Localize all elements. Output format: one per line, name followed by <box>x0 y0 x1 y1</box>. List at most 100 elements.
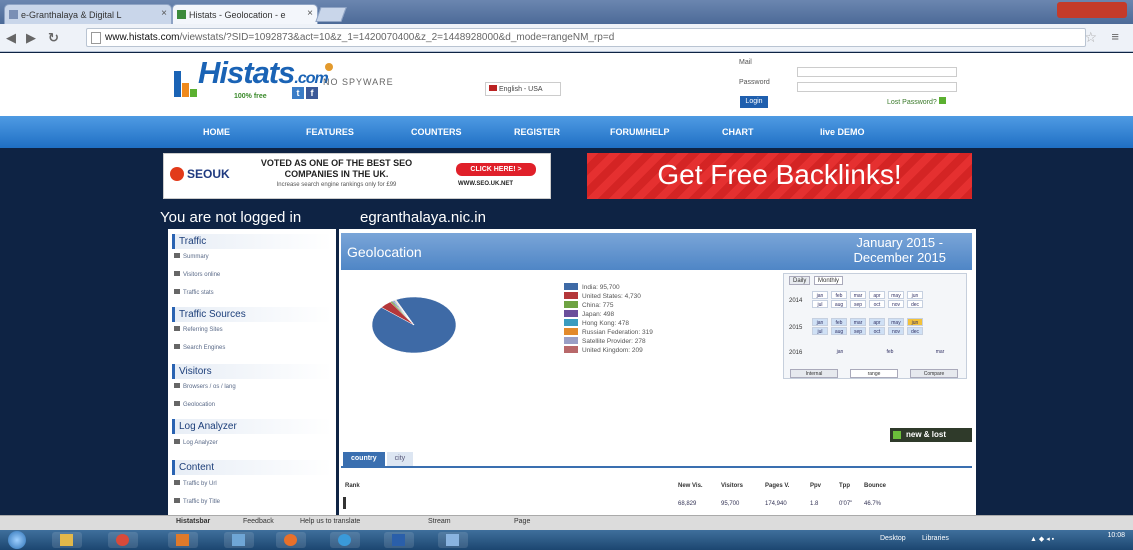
new-tab-button[interactable] <box>315 7 347 22</box>
col-tpp[interactable]: Tpp <box>839 483 850 489</box>
nav-register[interactable]: REGISTER <box>514 127 560 137</box>
month-2014-feb[interactable]: feb <box>831 291 847 299</box>
paint-icon[interactable] <box>438 532 468 548</box>
clock[interactable]: 10:08 <box>1107 532 1125 540</box>
menu-icon[interactable]: ≡ <box>1111 29 1119 44</box>
word-icon[interactable] <box>384 532 414 548</box>
reload-icon[interactable]: ↻ <box>48 30 59 46</box>
sidebar-item-visitors-online[interactable]: Visitors online <box>174 271 220 278</box>
password-input[interactable] <box>797 82 957 92</box>
explorer-icon[interactable] <box>52 532 82 548</box>
col-pages[interactable]: Pages V. <box>765 483 789 489</box>
tab-country[interactable]: country <box>343 452 385 467</box>
range-button[interactable]: range <box>850 369 898 378</box>
media-player-icon[interactable] <box>168 532 198 548</box>
compare-button[interactable]: Compare <box>910 369 958 378</box>
tray-icons[interactable]: ▲ ◆ ◂ ▪ <box>1030 535 1054 543</box>
tab-daily[interactable]: Daily <box>789 276 811 285</box>
table-row[interactable]: 68,829 95,700 174,940 1.8 0'07" 46.7% <box>343 501 972 511</box>
chrome-icon[interactable] <box>108 532 138 548</box>
internal-button[interactable]: Internal <box>790 369 838 378</box>
month-2014-nov[interactable]: nov <box>888 300 904 308</box>
month-2015-mar[interactable]: mar <box>850 318 866 326</box>
internet-explorer-icon[interactable] <box>330 532 360 548</box>
month-2016-mar[interactable]: mar <box>932 348 948 356</box>
month-2015-jul[interactable]: jul <box>812 327 828 335</box>
translate-link[interactable]: Help us to translate <box>300 518 360 525</box>
month-2015-aug[interactable]: aug <box>831 327 847 335</box>
month-2014-sep[interactable]: sep <box>850 300 866 308</box>
tab-monthly[interactable]: Monthly <box>814 276 844 285</box>
stream-link[interactable]: Stream <box>428 518 451 525</box>
month-2014-apr[interactable]: apr <box>869 291 885 299</box>
seo-uk-banner[interactable]: SEOUK VOTED AS ONE OF THE BEST SEO COMPA… <box>163 153 551 199</box>
sidebar-item-search-engines[interactable]: Search Engines <box>174 344 225 351</box>
month-2014-oct[interactable]: oct <box>869 300 885 308</box>
nav-chart[interactable]: CHART <box>722 127 754 137</box>
col-ppv[interactable]: Ppv <box>810 483 821 489</box>
firefox-icon[interactable] <box>276 532 306 548</box>
month-2014-jan[interactable]: jan <box>812 291 828 299</box>
click-here-button[interactable]: CLICK HERE! > <box>456 163 536 176</box>
language-select[interactable]: English - USA <box>485 82 561 96</box>
sidebar-item-geolocation[interactable]: Geolocation <box>174 401 215 408</box>
sidebar-item-traffic-by-url[interactable]: Traffic by Url <box>174 480 217 487</box>
col-new-visitors[interactable]: New Vis. <box>678 483 703 489</box>
browser-tab-egranthalaya[interactable]: e-Granthalaya & Digital L × <box>4 4 172 24</box>
nav-home[interactable]: HOME <box>203 127 230 137</box>
sidebar-item-referring-sites[interactable]: Referring Sites <box>174 326 223 333</box>
month-2015-may[interactable]: may <box>888 318 904 326</box>
sidebar-item-summary[interactable]: Summary <box>174 253 209 260</box>
month-2014-may[interactable]: may <box>888 291 904 299</box>
sidebar-item-log-analyzer[interactable]: Log Analyzer <box>174 439 218 446</box>
month-2014-aug[interactable]: aug <box>831 300 847 308</box>
close-tab-icon[interactable]: × <box>307 8 313 19</box>
col-rank[interactable]: Rank <box>345 483 360 489</box>
url-input[interactable]: www.histats.com/viewstats/?SID=1092873&a… <box>86 28 1086 47</box>
close-tab-icon[interactable]: × <box>161 8 167 19</box>
login-button[interactable]: Login <box>740 96 768 108</box>
desktop-toolbar[interactable]: Desktop <box>880 535 906 542</box>
month-2015-nov[interactable]: nov <box>888 327 904 335</box>
month-2016-jan[interactable]: jan <box>832 348 848 356</box>
nav-live-demo[interactable]: live DEMO <box>820 127 865 137</box>
browser-tab-histats[interactable]: Histats - Geolocation - e × <box>172 4 318 24</box>
window-controls[interactable] <box>1057 2 1127 18</box>
facebook-icon[interactable]: f <box>306 87 318 99</box>
month-2015-sep[interactable]: sep <box>850 327 866 335</box>
page-link[interactable]: Page <box>514 518 530 525</box>
feedback-link[interactable]: Feedback <box>243 518 274 525</box>
col-bounce[interactable]: Bounce <box>864 483 886 489</box>
month-2015-apr[interactable]: apr <box>869 318 885 326</box>
month-2016-feb[interactable]: feb <box>882 348 898 356</box>
forward-arrow-icon[interactable]: ▶ <box>26 30 36 46</box>
nav-counters[interactable]: COUNTERS <box>411 127 462 137</box>
mail-input[interactable] <box>797 67 957 77</box>
network-icon[interactable] <box>224 532 254 548</box>
month-2014-jul[interactable]: jul <box>812 300 828 308</box>
lost-password-link[interactable]: Lost Password? <box>887 97 946 106</box>
month-2014-jun[interactable]: jun <box>907 291 923 299</box>
sidebar-item-traffic-stats[interactable]: Traffic stats <box>174 289 214 296</box>
new-lost-button[interactable]: new & lost <box>890 428 972 442</box>
month-2014-mar[interactable]: mar <box>850 291 866 299</box>
back-arrow-icon[interactable]: ◀ <box>6 30 16 46</box>
month-2015-oct[interactable]: oct <box>869 327 885 335</box>
month-2015-jun[interactable]: jun <box>907 318 923 326</box>
nav-features[interactable]: FEATURES <box>306 127 354 137</box>
month-2015-dec[interactable]: dec <box>907 327 923 335</box>
histats-logo[interactable]: Histats.com 100% free <box>170 55 329 103</box>
free-backlinks-banner[interactable]: Get Free Backlinks! <box>587 153 972 199</box>
bookmark-star-icon[interactable]: ☆ <box>1084 29 1097 46</box>
twitter-icon[interactable]: t <box>292 87 304 99</box>
sidebar-item-traffic-by-title[interactable]: Traffic by Title <box>174 498 220 505</box>
nav-forum-help[interactable]: FORUM/HELP <box>610 127 670 137</box>
tab-city[interactable]: city <box>386 452 414 467</box>
month-2014-dec[interactable]: dec <box>907 300 923 308</box>
libraries-toolbar[interactable]: Libraries <box>922 535 949 542</box>
month-2015-jan[interactable]: jan <box>812 318 828 326</box>
start-button-icon[interactable] <box>8 531 26 549</box>
month-2015-feb[interactable]: feb <box>831 318 847 326</box>
col-visitors[interactable]: Visitors <box>721 483 743 489</box>
sidebar-item-browsers[interactable]: Browsers / os / lang <box>174 383 236 390</box>
